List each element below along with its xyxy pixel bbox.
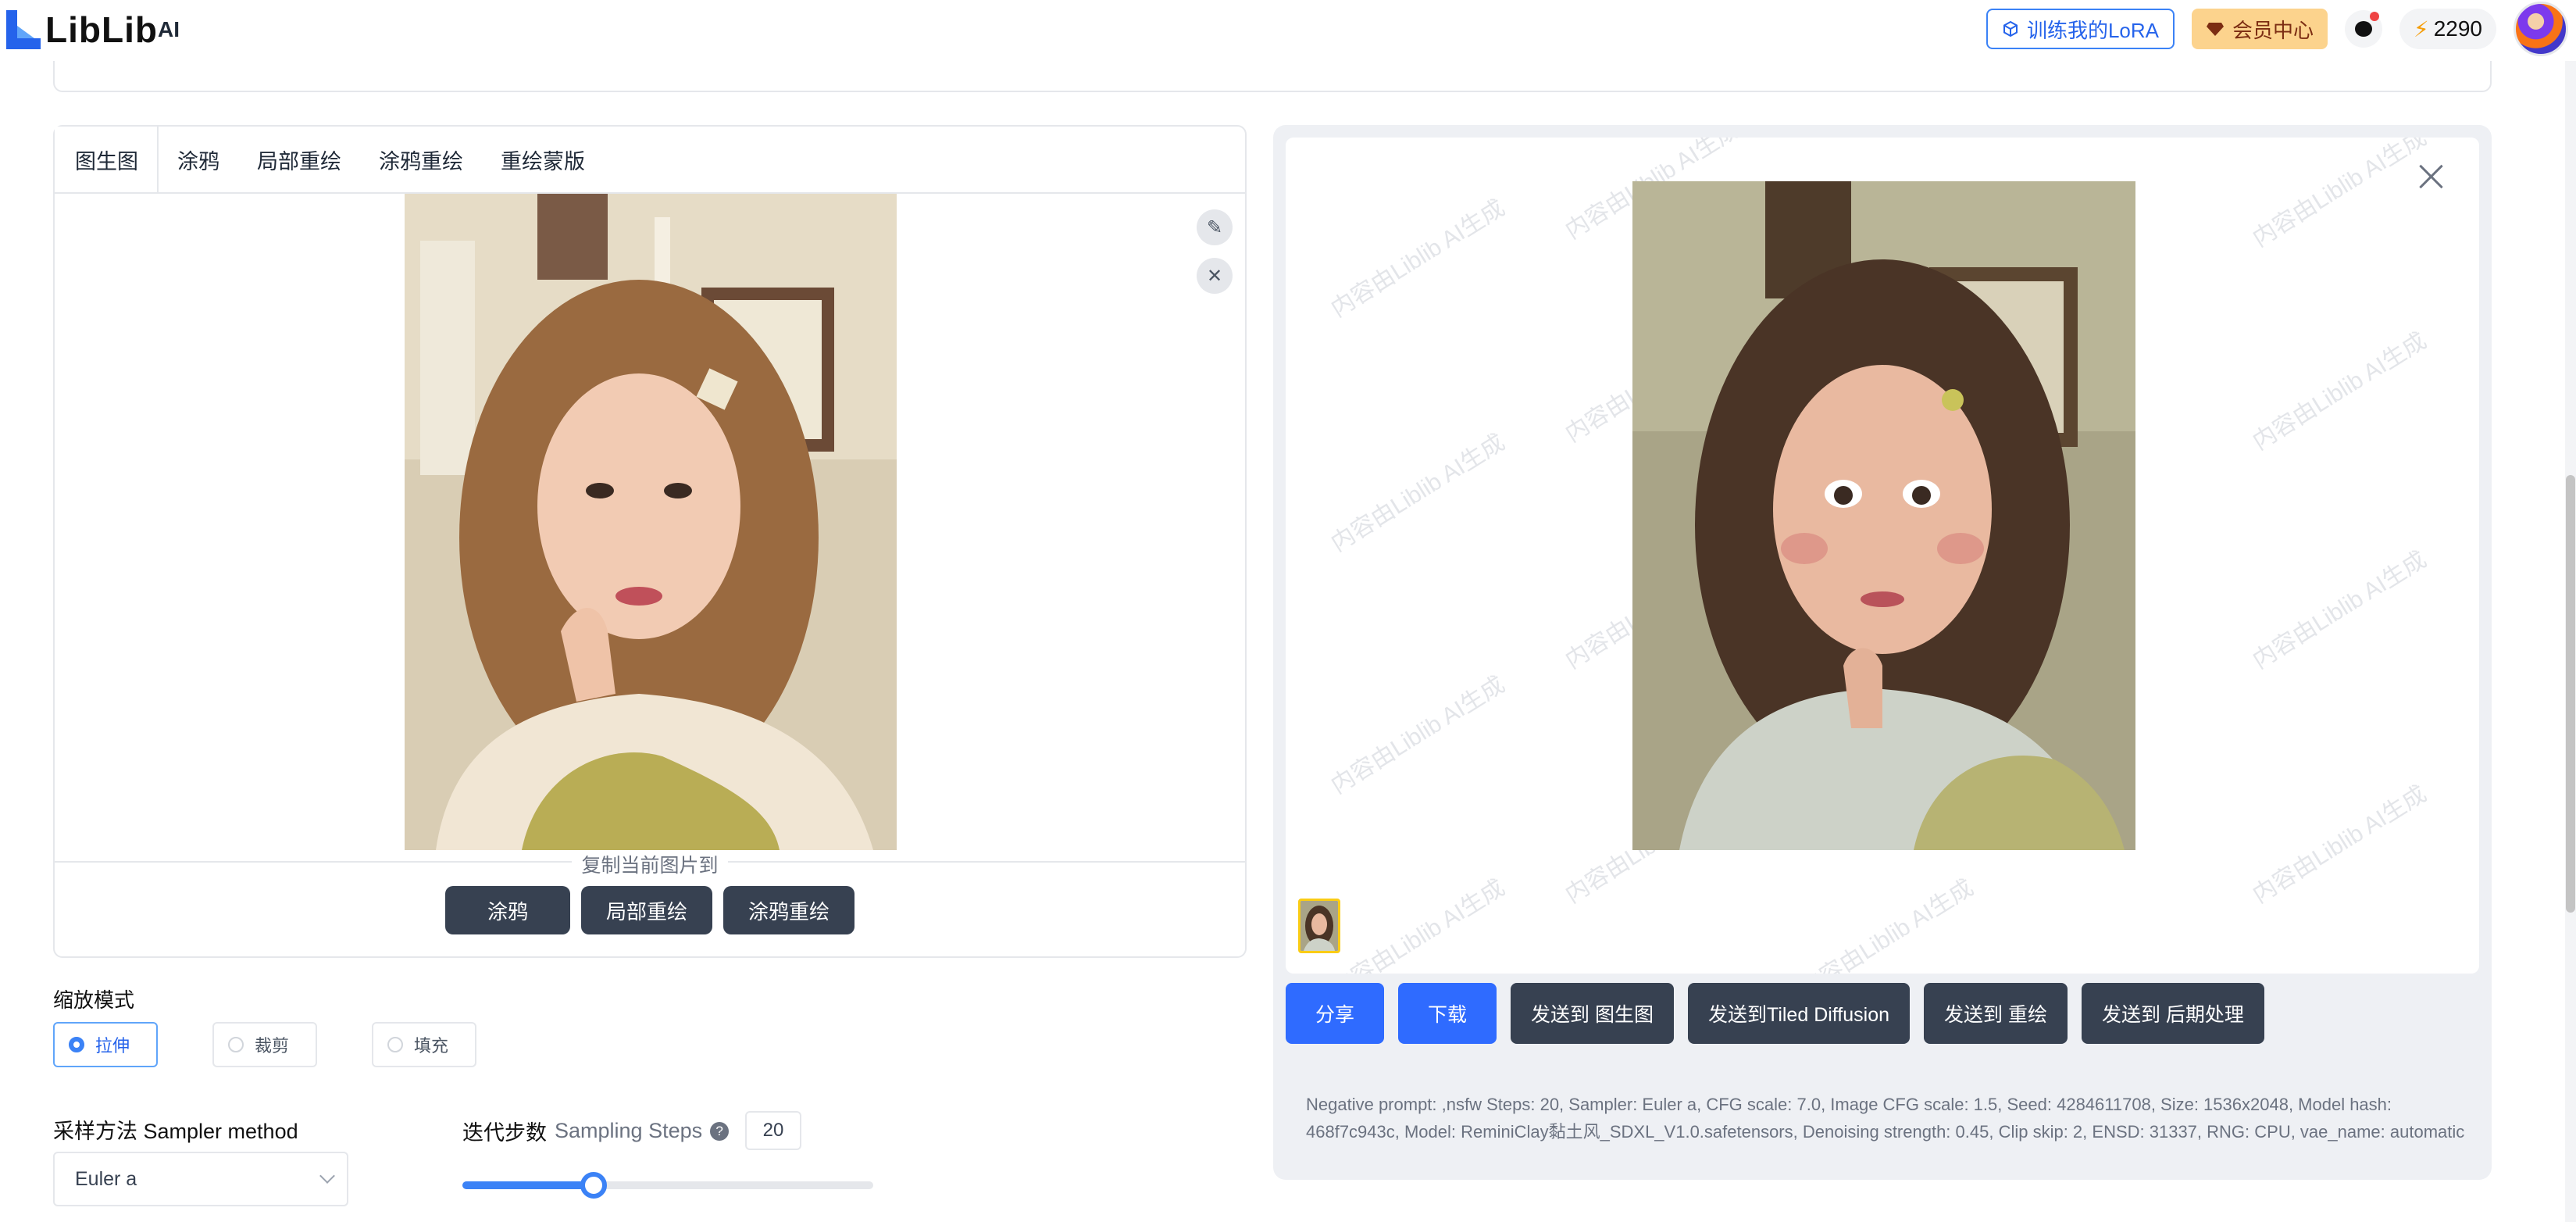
send-to-img2img-button[interactable]: 发送到 图生图: [1511, 983, 1674, 1044]
watermark-text: 内容由Liblib AI生成: [1326, 195, 1510, 323]
train-lora-button[interactable]: 训练我的LoRA: [1986, 9, 2175, 49]
chat-bubble-icon: [2355, 21, 2373, 37]
points-balance[interactable]: ⚡ 2290: [2399, 9, 2496, 49]
logo-ai-text: AI: [157, 17, 180, 41]
pencil-icon: ✎: [1206, 216, 1223, 238]
resize-mode-title: 缩放模式: [53, 988, 135, 1012]
share-button[interactable]: 分享: [1286, 983, 1385, 1044]
resize-mode-stretch[interactable]: 拉伸: [53, 1022, 159, 1067]
edit-pencil-button[interactable]: ✎: [1197, 209, 1233, 245]
watermark-text: 内容由Liblib AI生成: [2248, 327, 2432, 456]
resize-mode-options: 拉伸 裁剪 填充: [53, 1022, 477, 1067]
generation-parameters: Negative prompt: ,nsfw Steps: 20, Sample…: [1306, 1091, 2470, 1145]
slider-fill: [462, 1181, 594, 1189]
copy-to-buttons: 涂鸦 局部重绘 涂鸦重绘: [55, 886, 1245, 934]
sampling-steps-title: 迭代步数 Sampling Steps ?: [462, 1116, 730, 1146]
steps-title-cn: 迭代步数: [462, 1121, 547, 1145]
member-center-button[interactable]: 会员中心: [2192, 9, 2328, 49]
tab-inpaint-sketch[interactable]: 涂鸦重绘: [360, 127, 482, 192]
watermark-text: 内容由Liblib AI生成: [1326, 671, 1510, 799]
copy-to-inpaint-button[interactable]: 局部重绘: [580, 886, 712, 934]
radio-label: 填充: [414, 1036, 449, 1056]
sampler-method-select[interactable]: Euler a: [53, 1152, 348, 1206]
scrollbar-thumb[interactable]: [2566, 475, 2575, 913]
steps-title-en: Sampling Steps: [555, 1119, 703, 1142]
diamond-icon: [2206, 21, 2225, 37]
result-thumbnail[interactable]: [1298, 899, 1340, 953]
messages-button[interactable]: [2345, 10, 2383, 48]
close-icon: ✕: [1206, 265, 1223, 287]
sampling-steps-input[interactable]: 20: [745, 1111, 801, 1150]
download-button[interactable]: 下载: [1398, 983, 1497, 1044]
tab-img2img[interactable]: 图生图: [55, 127, 159, 192]
radio-icon: [387, 1037, 404, 1052]
resize-mode-crop[interactable]: 裁剪: [212, 1022, 318, 1067]
watermark-text: 内容由Liblib AI生成: [2248, 781, 2432, 909]
chevron-down-icon: [319, 1168, 335, 1184]
train-lora-label: 训练我的LoRA: [2026, 18, 2160, 42]
tab-inpaint[interactable]: 局部重绘: [238, 127, 360, 192]
help-icon[interactable]: ?: [710, 1121, 730, 1141]
watermark-text: 内容由Liblib AI生成: [1326, 429, 1510, 557]
logo-mark-icon: [6, 10, 41, 49]
user-avatar[interactable]: [2514, 2, 2568, 56]
member-center-label: 会员中心: [2232, 18, 2314, 42]
lightning-icon: ⚡: [2414, 16, 2429, 41]
result-panel: 内容由Liblib AI生成 内容由Liblib AI生成 内容由Liblib …: [1273, 125, 2492, 1180]
result-gallery: 内容由Liblib AI生成 内容由Liblib AI生成 内容由Liblib …: [1286, 138, 2479, 974]
sampler-method-title: 采样方法 Sampler method: [53, 1120, 298, 1143]
top-navigation-bar: LibLib AI 训练我的LoRA 会员中心 ⚡ 2290: [0, 0, 2576, 61]
tab-sketch[interactable]: 涂鸦: [159, 127, 238, 192]
result-actions: 分享 下载 发送到 图生图 发送到Tiled Diffusion 发送到 重绘 …: [1286, 983, 2264, 1044]
collapsed-panel-edge: [53, 61, 2492, 92]
slider-thumb[interactable]: [580, 1172, 608, 1199]
img2img-input-panel: 图生图 涂鸦 局部重绘 涂鸦重绘 重绘蒙版 ✎ ✕ 复制当前图片到 涂鸦 局部重…: [53, 125, 1247, 958]
notification-dot: [2370, 12, 2380, 21]
cube-icon: [2002, 20, 2019, 38]
resize-mode-fill[interactable]: 填充: [372, 1022, 477, 1067]
send-to-extras-button[interactable]: 发送到 后期处理: [2081, 983, 2264, 1044]
close-result-button[interactable]: [2415, 161, 2446, 192]
copy-to-inpaint-sketch-button[interactable]: 涂鸦重绘: [723, 886, 855, 934]
img2img-tabs: 图生图 涂鸦 局部重绘 涂鸦重绘 重绘蒙版: [55, 127, 1245, 194]
radio-selected-icon: [69, 1037, 84, 1052]
radio-label: 拉伸: [95, 1036, 130, 1056]
copy-to-sketch-button[interactable]: 涂鸦: [444, 886, 570, 934]
page-scrollbar[interactable]: [2565, 61, 2576, 1222]
radio-icon: [228, 1037, 244, 1052]
watermark-text: 内容由Liblib AI生成: [2248, 546, 2432, 674]
params-line: Negative prompt: ,nsfw Steps: 20, Sample…: [1306, 1095, 2392, 1114]
params-line: 468f7c943c, Model: ReminiClay黏土风_SDXL_V1…: [1306, 1122, 2465, 1142]
liblib-logo[interactable]: LibLib AI: [6, 6, 180, 53]
generated-image[interactable]: [1632, 181, 2135, 850]
source-image: [405, 194, 897, 850]
send-to-tiled-diffusion-button[interactable]: 发送到Tiled Diffusion: [1687, 983, 1911, 1044]
watermark-text: 内容由Liblib AI生成: [1795, 874, 1978, 974]
clear-image-button[interactable]: ✕: [1197, 258, 1233, 294]
sampler-value: Euler a: [75, 1167, 137, 1190]
sampling-steps-slider[interactable]: [462, 1172, 873, 1199]
copy-image-to-label: 复制当前图片到: [55, 850, 1245, 878]
points-value: 2290: [2433, 16, 2482, 41]
watermark-text: 内容由Liblib AI生成: [1326, 874, 1510, 974]
tab-inpaint-upload[interactable]: 重绘蒙版: [482, 127, 604, 192]
send-to-inpaint-button[interactable]: 发送到 重绘: [1924, 983, 2068, 1044]
radio-label: 裁剪: [255, 1036, 290, 1056]
watermark-text: 内容由Liblib AI生成: [2248, 138, 2432, 252]
logo-text: LibLib: [45, 9, 158, 50]
